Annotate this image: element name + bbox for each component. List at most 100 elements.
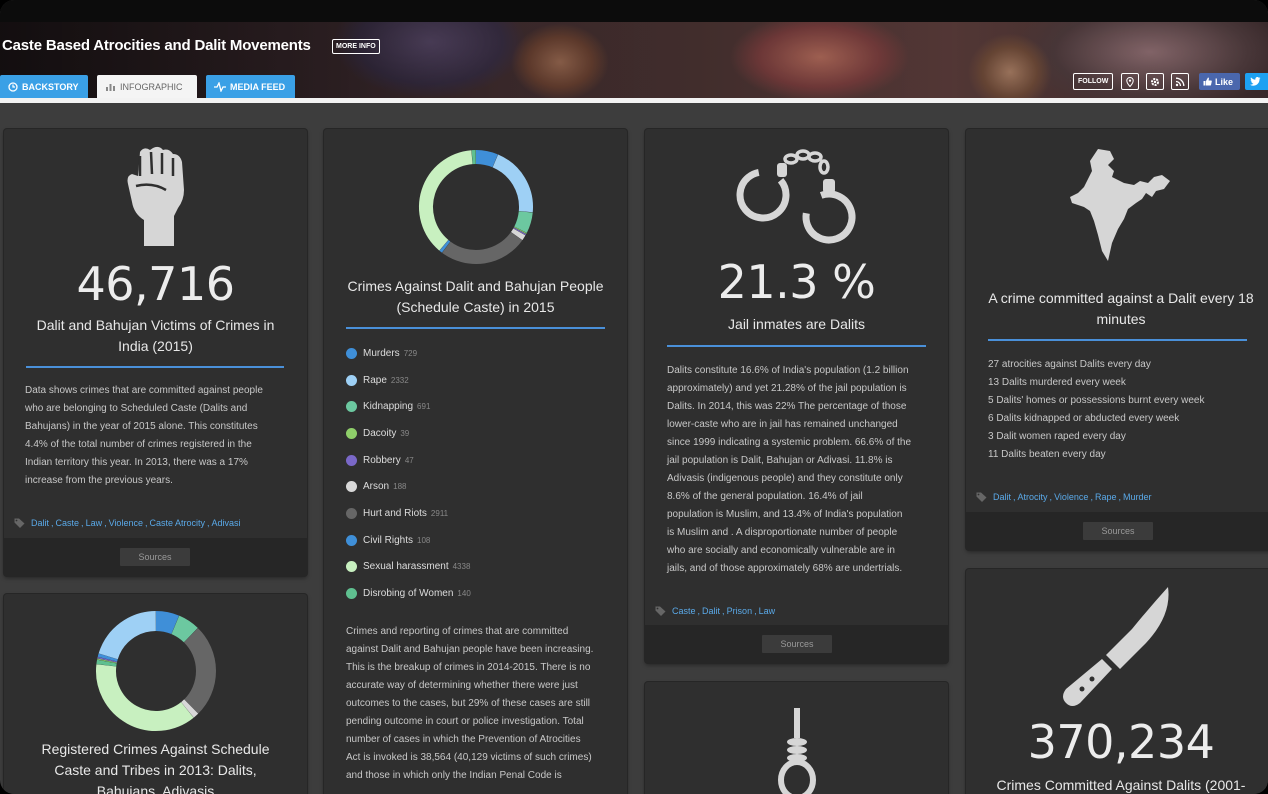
legend-item: Arson 188	[346, 473, 471, 500]
donut-slice	[419, 150, 473, 251]
tag-link[interactable]: Dalit	[702, 606, 720, 616]
card-victims: 46,716 Dalit and Bahujan Victims of Crim…	[4, 129, 307, 576]
follow-button[interactable]: FOLLOW	[1073, 73, 1114, 90]
card-noose	[645, 682, 948, 794]
tag-list: Dalit, Caste, Law, Violence, Caste Atroc…	[14, 518, 241, 528]
facebook-like-button[interactable]: Like	[1199, 73, 1240, 90]
location-pin-icon[interactable]	[1121, 73, 1139, 90]
victims-count: 46,716	[76, 257, 235, 311]
legend-swatch	[346, 401, 357, 413]
donut-slice	[96, 659, 117, 667]
more-info-button[interactable]: MORE INFO	[332, 39, 380, 54]
legend-item: Kidnapping 691	[346, 393, 471, 420]
card-title: Jail inmates are Dalits	[728, 316, 865, 332]
twitter-icon[interactable]	[1245, 73, 1268, 90]
tag-link[interactable]: Law	[759, 606, 776, 616]
card-jail-inmates: 21.3 % Jail inmates are Dalits Dalits co…	[645, 129, 948, 663]
handcuffs-icon	[736, 149, 856, 244]
legend-item: Rape 2332	[346, 367, 471, 394]
card-footer: Sources	[966, 512, 1268, 550]
donut-slice	[97, 653, 118, 662]
donut-slice	[513, 227, 527, 236]
card-body: Dalits constitute 16.6% of India's popul…	[667, 365, 912, 574]
tag-link[interactable]: Law	[86, 518, 103, 528]
jail-percentage: 21.3 %	[717, 255, 876, 309]
tag-link[interactable]: Caste	[56, 518, 80, 528]
legend-item: Dacoity 39	[346, 420, 471, 447]
legend-swatch	[346, 534, 357, 546]
donut-slice	[475, 150, 498, 168]
donut-slice	[442, 231, 523, 264]
thumbs-up-icon	[1203, 77, 1212, 86]
tab-media-feed[interactable]: MEDIA FEED	[206, 75, 295, 98]
legend-swatch	[346, 427, 357, 439]
tab-backstory[interactable]: BACKSTORY	[0, 75, 88, 98]
like-label: Like	[1215, 76, 1234, 87]
raised-fist-icon	[127, 146, 184, 246]
divider	[346, 327, 605, 329]
legend-swatch	[346, 507, 357, 519]
divider	[988, 339, 1247, 341]
noose-icon	[778, 708, 816, 794]
donut-slice	[181, 699, 199, 718]
legend-swatch	[346, 588, 357, 600]
divider	[667, 345, 926, 347]
card-title: Crimes Against Dalit and Bahujan People …	[347, 278, 604, 315]
tag-link[interactable]: Murder	[1123, 492, 1152, 502]
tag-link[interactable]: Dalit	[31, 518, 49, 528]
tag-icon	[14, 518, 25, 528]
legend-swatch	[346, 347, 357, 359]
tag-link[interactable]: Dalit	[993, 492, 1011, 502]
sources-button[interactable]: Sources	[762, 635, 832, 653]
chart-legend: Murders 729 Rape 2332 Kidnapping 691 Dacoit…	[346, 340, 471, 607]
donut-slice	[514, 210, 533, 233]
tag-link[interactable]: Violence	[1054, 492, 1088, 502]
legend-item: Robbery 47	[346, 447, 471, 474]
legend-swatch	[346, 374, 357, 386]
tab-label: INFOGRAPHIC	[120, 81, 183, 92]
tag-link[interactable]: Prison	[727, 606, 753, 616]
donut-slice	[155, 611, 180, 635]
legend-item: Murders 729	[346, 340, 471, 367]
card-title: A crime committed against a Dalit every …	[988, 290, 1254, 327]
list-item: 27 atrocities against Dalits every day	[988, 359, 1151, 370]
legend-swatch	[346, 481, 357, 493]
tag-link[interactable]: Caste Atrocity	[149, 518, 205, 528]
tag-link[interactable]: Caste	[672, 606, 696, 616]
gear-icon[interactable]	[1146, 73, 1164, 90]
legend-item: Hurt and Riots 2911	[346, 500, 471, 527]
tag-link[interactable]: Adivasi	[212, 518, 241, 528]
list-item: 11 Dalits beaten every day	[988, 449, 1106, 460]
top-bar	[0, 0, 1268, 22]
tag-icon	[976, 492, 987, 502]
tab-label: BACKSTORY	[22, 81, 79, 92]
pulse-icon	[214, 81, 226, 92]
donut-slice	[171, 615, 198, 643]
legend-item: Sexual harassment 4338	[346, 554, 471, 581]
tag-link[interactable]: Violence	[109, 518, 143, 528]
sources-button[interactable]: Sources	[120, 548, 190, 566]
tag-link[interactable]: Atrocity	[1018, 492, 1048, 502]
card-total-crimes: 370,234 Crimes Committed Against Dalits …	[966, 569, 1268, 794]
tag-link[interactable]: Rape	[1095, 492, 1117, 502]
divider	[26, 366, 284, 368]
legend-swatch	[346, 454, 357, 466]
sources-button[interactable]: Sources	[1083, 522, 1153, 540]
list-item: 6 Dalits kidnapped or abducted every wee…	[988, 413, 1180, 424]
card-crime-frequency: A crime committed against a Dalit every …	[966, 129, 1268, 550]
card-title: Crimes Committed Against Dalits (2001-	[996, 777, 1246, 793]
card-crimes-breakdown: Crimes Against Dalit and Bahujan People …	[324, 129, 627, 794]
rss-icon[interactable]	[1171, 73, 1189, 90]
tag-list: Dalit, Atrocity, Violence, Rape, Murder	[976, 492, 1152, 502]
tab-underline	[0, 98, 1268, 103]
tag-icon	[655, 606, 666, 616]
card-title: Registered Crimes Against Schedule Caste…	[41, 741, 270, 794]
header-banner: Caste Based Atrocities and Dalit Movemen…	[0, 22, 1268, 98]
card-body: Data shows crimes that are committed aga…	[25, 385, 263, 486]
donut-slice	[96, 664, 194, 731]
list-item: 3 Dalit women raped every day	[988, 431, 1126, 442]
tab-infographic[interactable]: INFOGRAPHIC	[97, 75, 197, 98]
donut-slice	[510, 228, 526, 241]
page-title: Caste Based Atrocities and Dalit Movemen…	[2, 37, 311, 54]
list-item: 13 Dalits murdered every week	[988, 377, 1126, 388]
